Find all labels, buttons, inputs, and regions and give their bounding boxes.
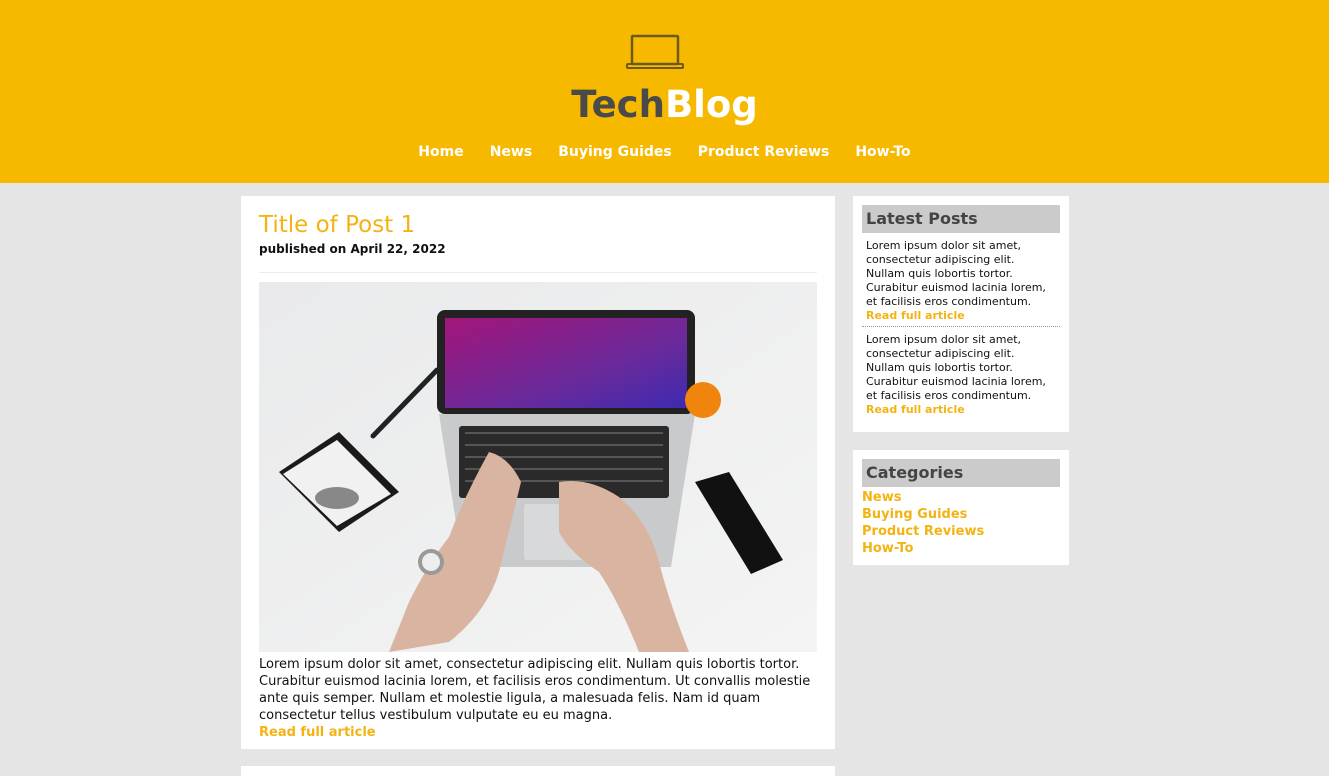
post-divider xyxy=(259,272,817,273)
laptop-icon xyxy=(626,34,684,69)
categories-list: News Buying Guides Product Reviews How-T… xyxy=(862,487,1060,557)
latest-post-text: Lorem ipsum dolor sit amet, consectetur … xyxy=(866,239,1046,308)
nav-how-to[interactable]: How-To xyxy=(855,142,910,162)
post-title[interactable]: Title of Post 1 xyxy=(259,210,817,240)
logo-part-tech: Tech xyxy=(571,83,665,126)
post-image xyxy=(259,282,817,652)
post-excerpt: Lorem ipsum dolor sit amet, consectetur … xyxy=(259,657,811,723)
site-logo[interactable]: TechBlog xyxy=(0,82,1329,128)
latest-post-read-more-link[interactable]: Read full article xyxy=(866,309,1056,323)
latest-post-text: Lorem ipsum dolor sit amet, consectetur … xyxy=(866,333,1046,402)
main-nav: Home News Buying Guides Product Reviews … xyxy=(0,142,1329,162)
latest-posts-widget: Latest Posts Lorem ipsum dolor sit amet,… xyxy=(853,196,1069,432)
nav-product-reviews[interactable]: Product Reviews xyxy=(698,142,830,162)
latest-post-read-more-link[interactable]: Read full article xyxy=(866,403,1056,417)
post-card: Title of Post 1 published on April 22, 2… xyxy=(241,196,835,749)
site-header: TechBlog Home News Buying Guides Product… xyxy=(0,0,1329,183)
latest-posts-heading: Latest Posts xyxy=(862,205,1060,233)
latest-post-item: Lorem ipsum dolor sit amet, consectetur … xyxy=(862,233,1060,326)
category-news[interactable]: News xyxy=(862,489,1060,506)
categories-heading: Categories xyxy=(862,459,1060,487)
categories-widget: Categories News Buying Guides Product Re… xyxy=(853,450,1069,565)
category-how-to[interactable]: How-To xyxy=(862,540,1060,557)
category-product-reviews[interactable]: Product Reviews xyxy=(862,523,1060,540)
nav-news[interactable]: News xyxy=(490,142,532,162)
category-buying-guides[interactable]: Buying Guides xyxy=(862,506,1060,523)
post-read-more-link[interactable]: Read full article xyxy=(259,724,817,741)
post-date: published on April 22, 2022 xyxy=(259,242,446,256)
nav-home[interactable]: Home xyxy=(418,142,463,162)
logo-part-blog: Blog xyxy=(664,83,758,126)
latest-post-item: Lorem ipsum dolor sit amet, consectetur … xyxy=(862,326,1060,420)
nav-buying-guides[interactable]: Buying Guides xyxy=(558,142,672,162)
